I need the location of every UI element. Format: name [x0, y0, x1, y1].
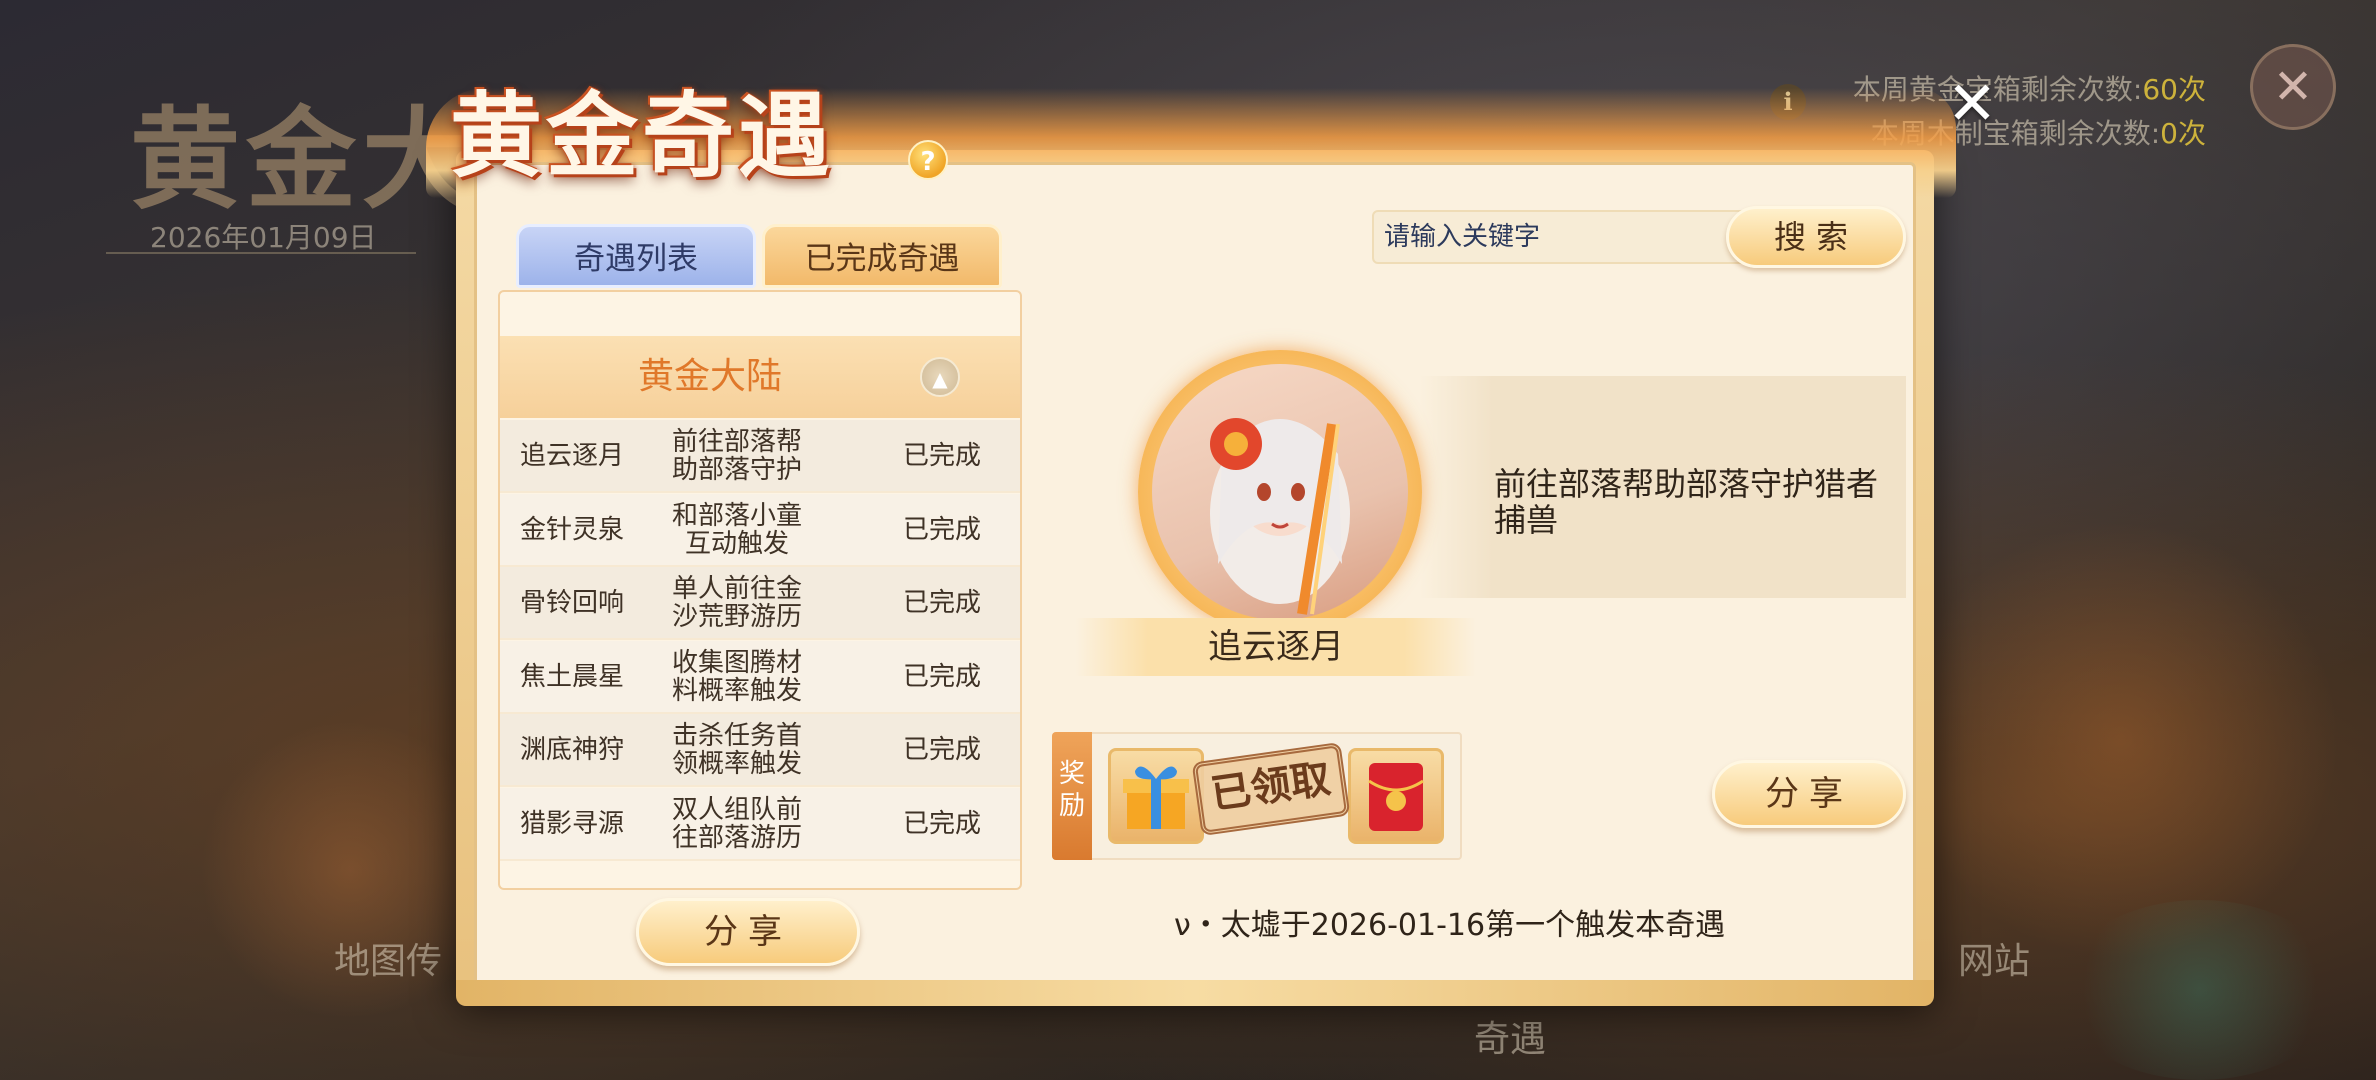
- encounter-row-condition: 双人组队前往部落游历: [671, 794, 802, 853]
- tab-encounter-list[interactable]: 奇遇列表: [516, 224, 756, 288]
- encounter-row-name: 骨铃回响: [520, 588, 625, 618]
- encounter-row-name: 渊底神狩: [520, 735, 625, 765]
- encounter-description: 前往部落帮助部落守护猎者捕兽: [1494, 465, 1879, 539]
- encounter-row[interactable]: 渊底神狩 击杀任务首领概率触发 已完成: [500, 714, 1020, 787]
- region-label: 黄金大陆: [637, 356, 782, 397]
- gold-chest-counter-value: 60次: [2142, 73, 2206, 106]
- background-date: 2026年01月09日: [150, 221, 377, 254]
- encounter-row-name: 金针灵泉: [520, 514, 625, 545]
- encounter-row-status: 已完成: [902, 514, 981, 545]
- selected-encounter-name: 追云逐月: [1208, 627, 1344, 667]
- encounter-row-condition: 收集图腾材料概率触发: [671, 647, 802, 706]
- wood-chest-counter-value: 0次: [2160, 117, 2206, 150]
- character-portrait: [1152, 364, 1408, 620]
- background-glow: [1900, 520, 2340, 960]
- encounter-list: 黄金大陆 ▲ 追云逐月 前往部落帮助部落守护 已完成 金针灵泉 和部落小童互动触发 已完成…: [498, 290, 1022, 890]
- region-header[interactable]: 黄金大陆 ▲: [500, 336, 1020, 418]
- search-input[interactable]: [1372, 210, 1748, 264]
- encounter-row-condition: 单人前往金沙荒野游历: [671, 574, 802, 632]
- background-menu-button[interactable]: ✕: [2250, 44, 2336, 130]
- background-label-site: 网站: [1958, 941, 2031, 982]
- encounter-row-condition: 和部落小童互动触发: [671, 500, 802, 559]
- encounter-row-condition: 前往部落帮助部落守护: [671, 427, 802, 485]
- encounter-row[interactable]: 猎影寻源 双人组队前往部落游历 已完成: [500, 787, 1020, 861]
- encounter-row-status: 已完成: [902, 735, 981, 765]
- background-label-qiyu: 奇遇: [1474, 1019, 1547, 1060]
- search-button[interactable]: 搜索: [1726, 206, 1906, 268]
- background-label-map: 地图传: [334, 941, 443, 982]
- reward-tag: 奖励: [1052, 732, 1092, 860]
- tab-completed-encounters[interactable]: 已完成奇遇: [762, 224, 1002, 288]
- dialog-footer-band: [456, 980, 1934, 1006]
- encounter-row-name: 追云逐月: [520, 441, 625, 471]
- encounter-row-name: 焦土晨星: [520, 661, 625, 692]
- encounter-row[interactable]: 骨铃回响 单人前往金沙荒野游历 已完成: [500, 567, 1020, 640]
- encounter-row-status: 已完成: [902, 661, 981, 692]
- encounter-row-condition: 击杀任务首领概率触发: [671, 721, 802, 779]
- collapse-icon[interactable]: ▲: [920, 357, 960, 397]
- share-button-left[interactable]: 分享: [636, 898, 860, 966]
- red-envelope-icon[interactable]: [1348, 748, 1444, 844]
- background-divider: [106, 252, 416, 254]
- encounter-row-status: 已完成: [902, 588, 981, 618]
- encounter-row[interactable]: 焦土晨星 收集图腾材料概率触发 已完成: [500, 640, 1020, 714]
- encounter-row[interactable]: 追云逐月 前往部落帮助部落守护 已完成: [500, 420, 1020, 493]
- first-trigger-record: ν・太墟于2026-01-16第一个触发本奇遇: [1174, 908, 1726, 943]
- gift-box-icon[interactable]: [1108, 748, 1204, 844]
- help-icon[interactable]: ?: [908, 140, 948, 180]
- dialog-title: 黄金奇遇: [450, 82, 835, 190]
- encounter-row[interactable]: 金针灵泉 和部落小童互动触发 已完成: [500, 493, 1020, 567]
- encounter-row-status: 已完成: [902, 441, 981, 471]
- close-icon[interactable]: ✕: [1944, 74, 2000, 134]
- encounter-row-name: 猎影寻源: [520, 808, 625, 839]
- encounter-row-status: 已完成: [902, 808, 981, 839]
- share-button-right[interactable]: 分享: [1712, 760, 1906, 828]
